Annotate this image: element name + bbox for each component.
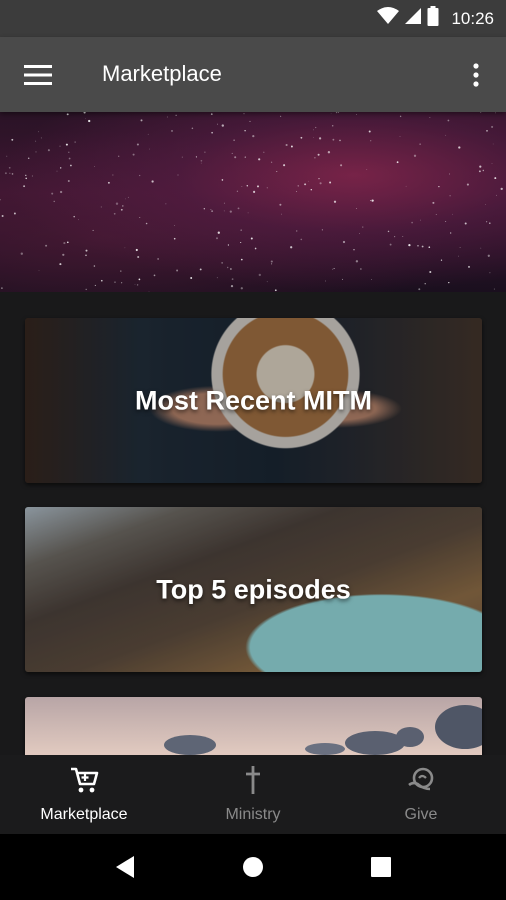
card-title: Most Recent MITM bbox=[134, 385, 372, 415]
status-time: 10:26 bbox=[451, 8, 494, 28]
status-icons: 10:26 bbox=[377, 0, 494, 37]
card-title: Top 5 episodes bbox=[156, 574, 351, 604]
app-title: Marketplace bbox=[102, 61, 222, 86]
cart-icon bbox=[69, 765, 99, 800]
hero-banner bbox=[0, 112, 506, 292]
recents-icon[interactable] bbox=[366, 852, 396, 882]
home-icon[interactable] bbox=[238, 852, 268, 882]
bottom-navigation: Marketplace Ministry Give bbox=[0, 755, 506, 834]
nav-label: Ministry bbox=[225, 806, 281, 823]
nav-label: Give bbox=[404, 806, 438, 823]
nav-item-give[interactable]: Give bbox=[337, 755, 505, 834]
cloud-image bbox=[164, 705, 482, 755]
app-bar: Marketplace bbox=[0, 37, 506, 112]
card-partial[interactable] bbox=[25, 697, 482, 755]
wifi-icon bbox=[377, 7, 400, 30]
card-most-recent-mitm[interactable]: Most Recent MITM bbox=[25, 318, 482, 483]
status-bar: 10:26 bbox=[0, 0, 506, 37]
card-list[interactable]: Most Recent MITM Top 5 episodes bbox=[0, 292, 506, 755]
give-icon bbox=[406, 765, 436, 800]
more-vertical-icon[interactable] bbox=[458, 53, 494, 97]
nav-item-marketplace[interactable]: Marketplace bbox=[0, 755, 168, 834]
signal-icon bbox=[405, 7, 422, 30]
nav-label: Marketplace bbox=[40, 806, 128, 823]
hamburger-menu-icon[interactable] bbox=[14, 53, 62, 97]
system-navigation-bar bbox=[0, 834, 506, 900]
back-icon[interactable] bbox=[110, 852, 140, 882]
card-top-5-episodes[interactable]: Top 5 episodes bbox=[25, 507, 482, 672]
nav-item-ministry[interactable]: Ministry bbox=[169, 755, 337, 834]
starfield-image bbox=[0, 112, 503, 292]
cross-icon bbox=[238, 765, 268, 800]
battery-icon bbox=[427, 6, 439, 31]
